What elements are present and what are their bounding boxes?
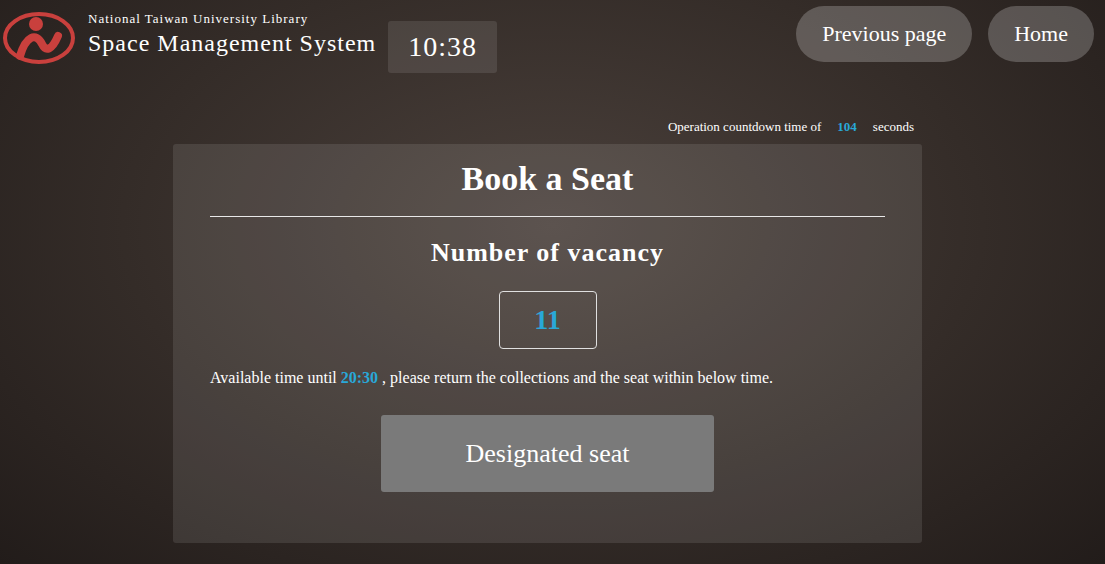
countdown-suffix: seconds [873,118,914,136]
nav-button[interactable]: Home [988,6,1094,62]
countdown-seconds: 104 [829,118,865,136]
until-time: 20:30 [341,369,378,386]
brand: National Taiwan University Library Space… [2,6,497,73]
vacancy-count: 11 [499,291,597,349]
countdown: Operation countdown time of 104 seconds [0,118,1105,136]
booking-card: Book a Seat Number of vacancy 11 Availab… [173,144,922,543]
system-name: Space Management System [88,28,376,58]
page: National Taiwan University Library Space… [0,0,1105,564]
library-logo-icon [2,10,76,66]
clock: 10:38 [388,21,497,73]
institution-name: National Taiwan University Library [88,10,376,28]
designated-seat-button[interactable]: Designated seat [381,415,714,492]
nav-button[interactable]: Previous page [796,6,972,62]
countdown-prefix: Operation countdown time of [668,118,821,136]
brand-text: National Taiwan University Library Space… [88,10,376,58]
nav: Previous page Home [796,6,1094,62]
card-title: Book a Seat [210,158,885,217]
vacancy-label: Number of vacancy [431,237,664,269]
header: National Taiwan University Library Space… [0,0,1105,73]
notice: Available time until 20:30 , please retu… [210,367,773,389]
